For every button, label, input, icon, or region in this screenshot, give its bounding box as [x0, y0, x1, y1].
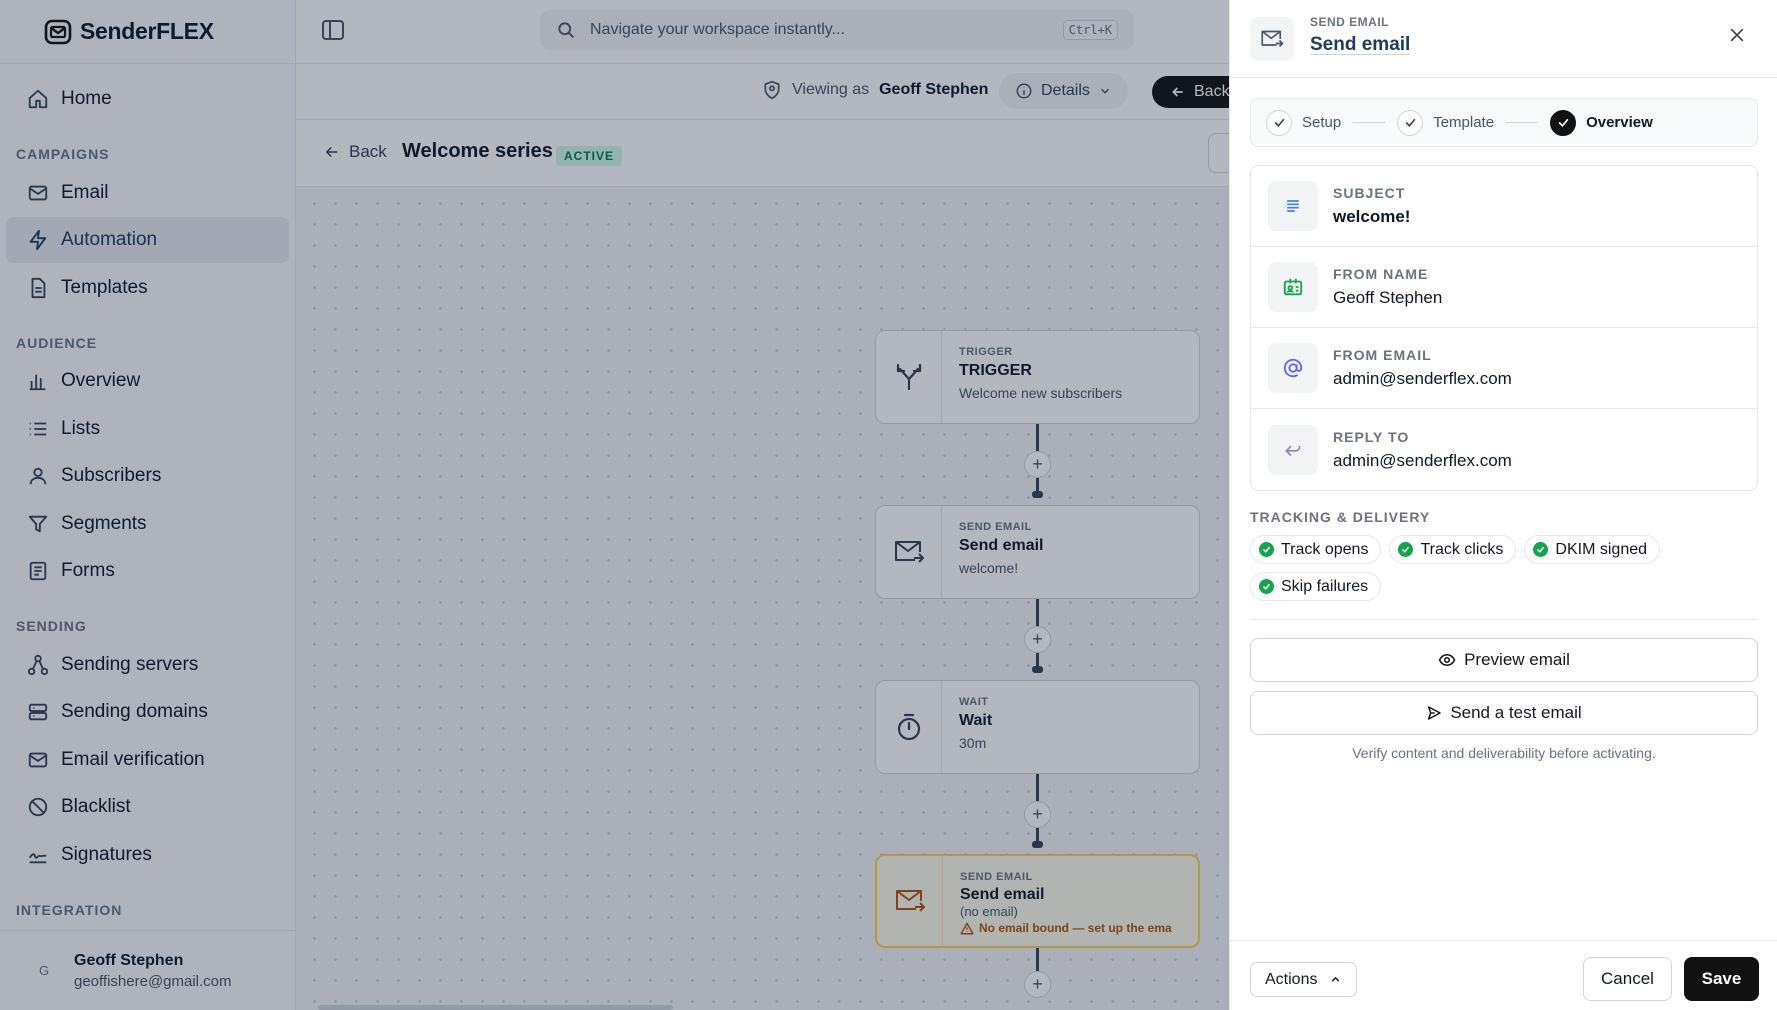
check-icon — [1405, 118, 1416, 127]
preview-email-button[interactable]: Preview email — [1250, 638, 1758, 682]
close-button[interactable] — [1727, 25, 1747, 45]
field-value: admin@senderflex.com — [1333, 450, 1512, 470]
field-value: Geoff Stephen — [1333, 288, 1443, 307]
chip-label: Track clicks — [1420, 540, 1504, 558]
step-overview[interactable]: Overview — [1550, 109, 1653, 136]
check-circle-icon — [1259, 579, 1274, 594]
text-lines-icon — [1268, 181, 1318, 231]
mail-send-icon — [1250, 17, 1294, 61]
check-circle-icon — [1259, 542, 1274, 557]
field-label: REPLY TO — [1333, 428, 1410, 445]
check-icon — [1274, 118, 1284, 127]
field-reply-to: REPLY TO admin@senderflex.com — [1251, 409, 1757, 490]
divider — [1250, 619, 1758, 620]
chevron-up-icon — [1332, 976, 1340, 982]
field-value: admin@senderflex.com — [1333, 369, 1512, 388]
field-subject: SUBJECT welcome! — [1251, 166, 1757, 247]
contact-card-icon — [1268, 262, 1318, 312]
step-progress: Setup Template Overview — [1250, 98, 1758, 147]
field-label: SUBJECT — [1333, 185, 1406, 201]
check-circle-icon — [1533, 542, 1549, 557]
chip-label: DKIM signed — [1555, 540, 1648, 558]
actions-label: Actions — [1265, 970, 1318, 988]
field-from-email: FROM EMAIL admin@senderflex.com — [1251, 328, 1757, 409]
panel-kicker: SEND EMAIL — [1310, 15, 1390, 29]
chip-dkim-signed: DKIM signed — [1524, 535, 1661, 564]
step-template[interactable]: Template — [1397, 109, 1495, 136]
send-icon — [1428, 706, 1442, 720]
actions-menu-button[interactable]: Actions — [1250, 962, 1358, 997]
panel-title[interactable]: Send email — [1310, 34, 1410, 56]
panel-footer: Actions Cancel Save — [1230, 940, 1777, 1010]
step-setup[interactable]: Setup — [1266, 109, 1342, 136]
field-label: FROM EMAIL — [1333, 347, 1432, 363]
step-connector — [1506, 122, 1539, 123]
step-editor-panel: SEND EMAIL Send email Setup Template Ove… — [1229, 0, 1777, 1010]
step-label: Template — [1433, 114, 1495, 131]
field-value: welcome! — [1333, 207, 1411, 226]
send-test-email-button[interactable]: Send a test email — [1250, 691, 1758, 735]
panel-header: SEND EMAIL Send email — [1230, 0, 1777, 78]
email-summary: SUBJECT welcome! FROM NAME Geoff Stephen… — [1250, 165, 1758, 491]
tracking-heading: TRACKING & DELIVERY — [1250, 509, 1431, 525]
step-label: Setup — [1302, 114, 1342, 131]
eye-icon — [1438, 653, 1456, 667]
reply-icon — [1268, 424, 1318, 475]
step-connector — [1353, 122, 1386, 123]
chip-track-opens: Track opens — [1250, 535, 1382, 564]
check-icon — [1558, 118, 1569, 127]
preview-email-label: Preview email — [1464, 650, 1570, 669]
save-button[interactable]: Save — [1684, 957, 1759, 1001]
close-icon — [1730, 28, 1744, 42]
helper-text: Verify content and deliverability before… — [1352, 745, 1656, 761]
cancel-button[interactable]: Cancel — [1583, 957, 1672, 1001]
step-label: Overview — [1586, 114, 1653, 131]
chip-track-clicks: Track clicks — [1389, 535, 1517, 564]
field-label: FROM NAME — [1333, 266, 1429, 282]
chip-label: Skip failures — [1281, 577, 1369, 595]
modal-overlay[interactable] — [0, 0, 1229, 1010]
check-circle-icon — [1398, 542, 1414, 557]
chip-label: Track opens — [1281, 540, 1369, 558]
tracking-chips: Track opens Track clicks DKIM signed Ski… — [1250, 535, 1730, 601]
at-sign-icon — [1268, 343, 1318, 393]
chip-skip-failures: Skip failures — [1250, 572, 1382, 601]
send-test-email-label: Send a test email — [1450, 703, 1582, 722]
field-from-name: FROM NAME Geoff Stephen — [1251, 247, 1757, 328]
